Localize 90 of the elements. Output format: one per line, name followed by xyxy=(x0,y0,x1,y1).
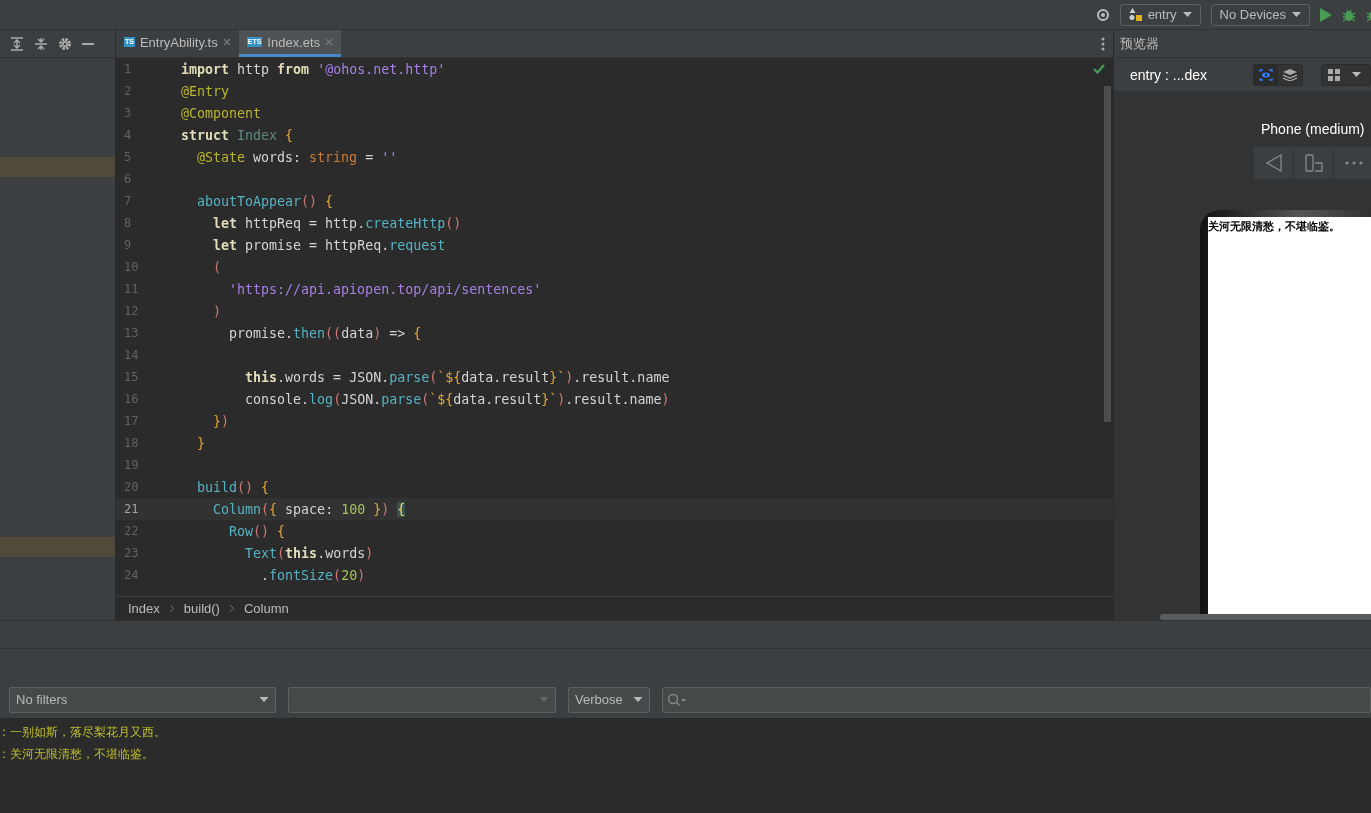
code-line: Text(this.words) xyxy=(244,545,374,561)
line-number: 17 xyxy=(123,414,140,428)
line-number: 4 xyxy=(123,128,133,142)
code-line: } xyxy=(196,435,206,451)
code-line: Row() { xyxy=(228,523,286,539)
layers-icon xyxy=(1283,68,1298,81)
caret-icon xyxy=(539,697,549,702)
code-line: }) xyxy=(212,413,230,429)
line-number: 22 xyxy=(123,524,140,538)
code-line: let httpReq = http.createHttp() xyxy=(212,215,462,231)
run-icon[interactable] xyxy=(1320,7,1332,22)
code-line: @Component xyxy=(181,105,262,121)
caret-icon xyxy=(259,697,269,702)
device-name: Phone (medium) xyxy=(1261,121,1366,137)
collapse-all-icon[interactable] xyxy=(34,36,48,51)
target-icon[interactable] xyxy=(1095,7,1110,22)
line-number: 21 xyxy=(123,502,140,516)
scrollbar[interactable] xyxy=(1160,614,1371,620)
line-number: 18 xyxy=(123,436,140,450)
minimize-icon[interactable] xyxy=(82,42,94,45)
screen-text: 关河无限清愁，不堪临鉴。 xyxy=(1208,220,1340,233)
code-line: 'https://api.apiopen.top/api/sentences' xyxy=(228,281,542,297)
code-line: struct Index { xyxy=(181,127,294,143)
line-number: 1 xyxy=(123,62,133,76)
search-field[interactable] xyxy=(662,686,1371,713)
line-number: 3 xyxy=(123,106,133,120)
caret-icon xyxy=(1352,72,1362,77)
line-number: 6 xyxy=(123,172,133,186)
code-line: ) xyxy=(212,303,222,319)
line-number: 14 xyxy=(123,348,140,362)
search-icon xyxy=(667,692,687,707)
code-line: .fontSize(20) xyxy=(260,567,366,583)
line-number: 15 xyxy=(123,370,140,384)
breadcrumb[interactable]: Index xyxy=(128,601,160,616)
line-number: 7 xyxy=(123,194,133,208)
code-line: promise.then((data) => { xyxy=(228,325,422,341)
rotate-icon xyxy=(1304,154,1323,172)
more-icon[interactable] xyxy=(1101,36,1105,51)
line-number: 11 xyxy=(123,282,140,296)
module-dropdown[interactable]: entry xyxy=(1119,3,1201,26)
code-line: aboutToAppear() { xyxy=(196,193,334,209)
line-number: 23 xyxy=(123,546,140,560)
module-icon xyxy=(1128,8,1142,21)
layout-dropdown[interactable] xyxy=(1321,63,1371,86)
breadcrumb[interactable]: Column xyxy=(243,601,289,616)
code-line: console.log(JSON.parse(`${data.result}`).result.name) xyxy=(244,391,670,407)
close-icon[interactable] xyxy=(325,38,334,46)
log-level-dropdown[interactable]: Verbose xyxy=(568,686,650,713)
bug-icon[interactable] xyxy=(1342,7,1356,22)
caret-icon xyxy=(633,697,643,702)
code-line: this.words = JSON.parse(`${data.result}`).result.name xyxy=(244,369,670,385)
log-line: : 关河无限清愁，不堪临鉴。 xyxy=(1,746,155,763)
filter-dropdown[interactable]: No filters xyxy=(9,686,276,713)
back-icon xyxy=(1265,154,1282,172)
code-line: import http from '@ohos.net.http' xyxy=(181,61,446,77)
chevron-icon xyxy=(169,605,174,612)
line-number: 13 xyxy=(123,326,140,340)
chevron-icon xyxy=(229,605,234,612)
scrollbar[interactable] xyxy=(1104,86,1111,422)
device-dropdown[interactable]: No Devices xyxy=(1210,3,1310,26)
code-line: @State words: string = '' xyxy=(196,149,398,165)
code-line: ( xyxy=(212,259,222,275)
line-number: 10 xyxy=(123,260,140,274)
line-number: 16 xyxy=(123,392,140,406)
line-number: 9 xyxy=(123,238,133,252)
line-number: 24 xyxy=(123,568,140,582)
close-icon[interactable] xyxy=(222,38,231,46)
process-dropdown[interactable] xyxy=(288,686,556,713)
more-icon xyxy=(1344,161,1363,165)
line-number: 20 xyxy=(123,480,140,494)
grid-icon xyxy=(1328,68,1341,81)
code-line: Column({ space: 100 }) { xyxy=(212,501,406,517)
eye-button[interactable] xyxy=(1254,64,1279,85)
line-number: 12 xyxy=(123,304,140,318)
code-line: let promise = httpReq.request xyxy=(212,237,446,253)
log-line: : 一别如斯，落尽梨花月又西。 xyxy=(1,724,167,741)
expand-all-icon[interactable] xyxy=(10,36,24,51)
line-number: 5 xyxy=(123,150,133,164)
line-number: 19 xyxy=(123,458,140,472)
panel-title: 预览器 xyxy=(1120,34,1159,53)
check-icon xyxy=(1093,64,1105,74)
line-number: 2 xyxy=(123,84,133,98)
code-line: @Entry xyxy=(181,83,230,99)
line-number: 8 xyxy=(123,216,133,230)
code-line: build() { xyxy=(196,479,270,495)
eye-icon xyxy=(1259,68,1274,81)
caret-icon xyxy=(1292,12,1301,17)
settings-icon[interactable] xyxy=(58,36,72,51)
breadcrumb[interactable]: build() xyxy=(183,601,220,616)
caret-icon xyxy=(1182,12,1192,17)
